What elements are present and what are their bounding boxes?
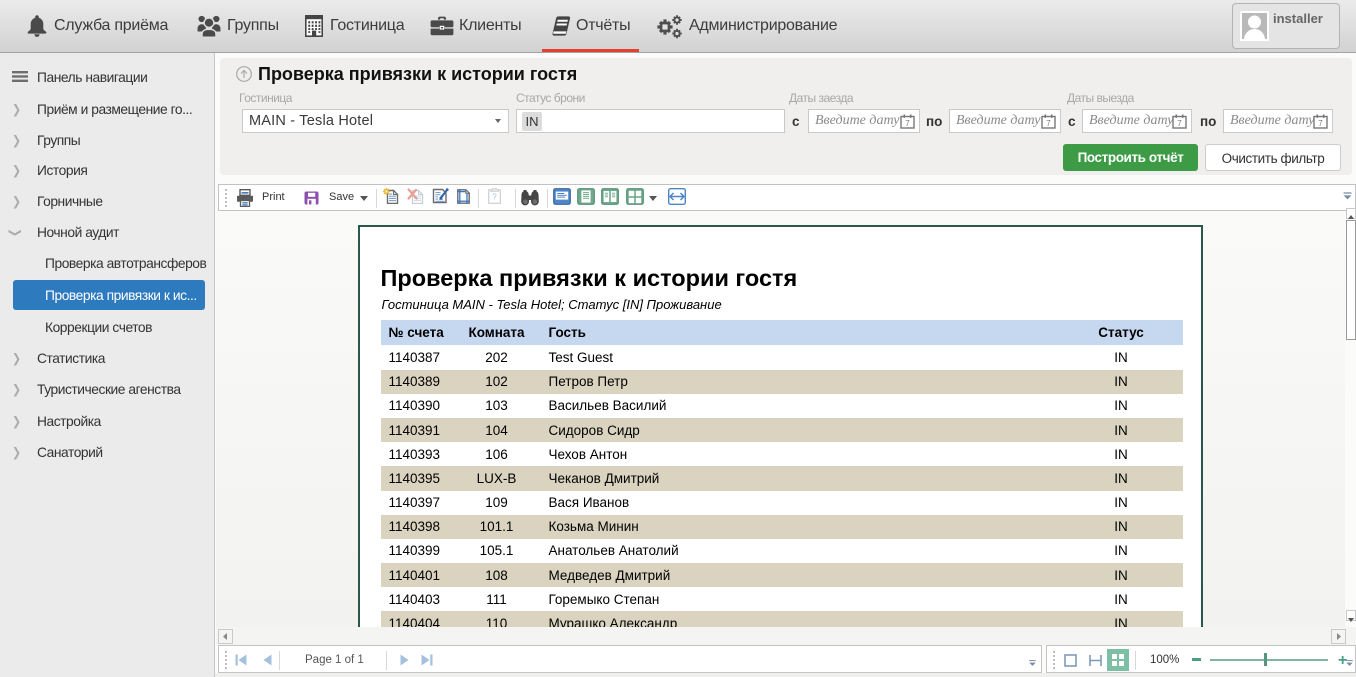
- svg-text:7: 7: [1177, 119, 1182, 128]
- svg-text:7: 7: [905, 119, 910, 128]
- svg-text:?: ?: [492, 192, 497, 202]
- svg-text:7: 7: [1318, 119, 1323, 128]
- svg-text:7: 7: [1046, 119, 1051, 128]
